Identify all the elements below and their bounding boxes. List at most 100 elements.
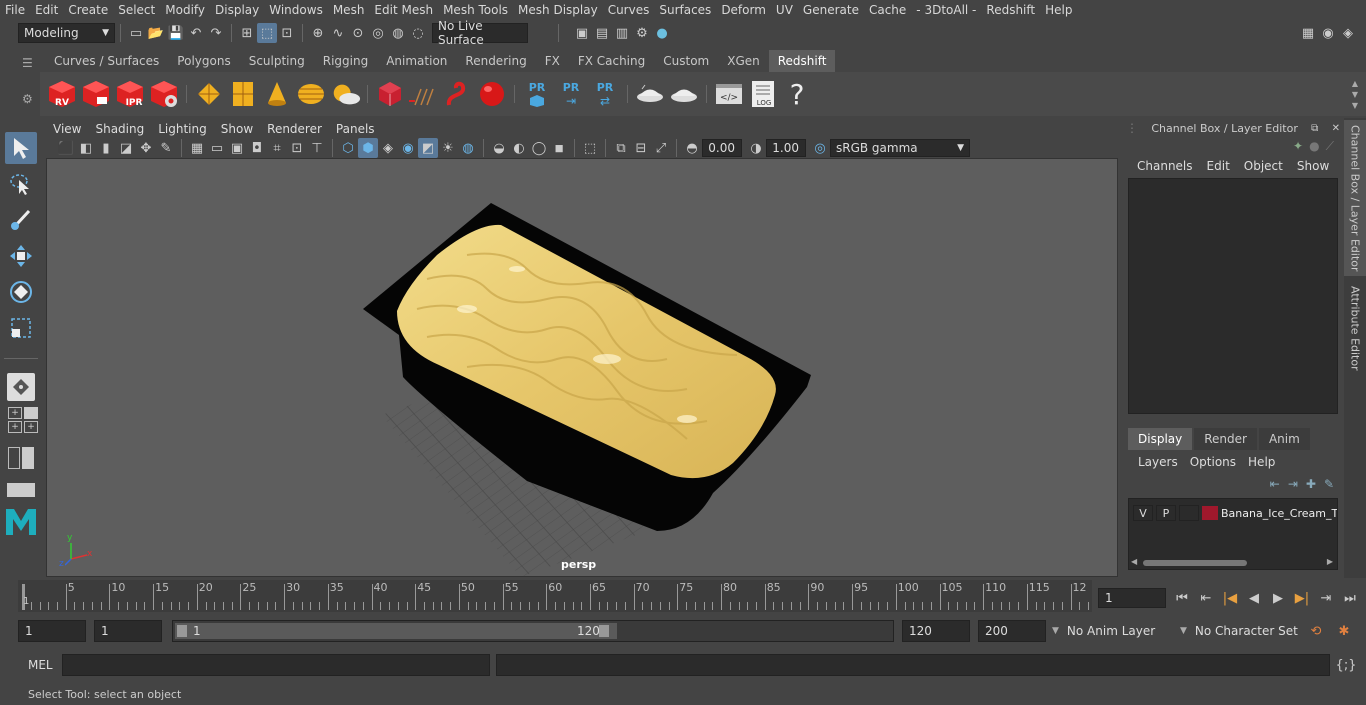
pr-export-icon[interactable]: PR ⇥ bbox=[555, 76, 587, 112]
3d-viewport[interactable]: x y z persp bbox=[46, 158, 1118, 577]
viewport-menu-panels[interactable]: Panels bbox=[329, 120, 382, 138]
menu-3dtoall[interactable]: - 3DtoAll - bbox=[911, 0, 981, 20]
drag-handle-icon[interactable]: ⋮ bbox=[1126, 121, 1138, 135]
viewport-menu-shading[interactable]: Shading bbox=[88, 120, 151, 138]
layer-row[interactable]: V P Banana_Ice_Cream_Tra bbox=[1129, 503, 1337, 523]
sync-icon[interactable]: ● bbox=[1309, 139, 1319, 153]
shelf-tab-rigging[interactable]: Rigging bbox=[313, 50, 378, 72]
save-scene-icon[interactable]: 💾 bbox=[166, 23, 186, 43]
select-object-icon[interactable]: ⬚ bbox=[257, 23, 277, 43]
open-scene-icon[interactable]: 📂 bbox=[146, 23, 166, 43]
layout-single-icon[interactable]: + bbox=[8, 407, 22, 419]
pr-sync-icon[interactable]: PR ⇄ bbox=[589, 76, 621, 112]
viewport-menu-view[interactable]: View bbox=[46, 120, 88, 138]
menu-curves[interactable]: Curves bbox=[603, 0, 655, 20]
new-layer-icon[interactable]: ✚ bbox=[1306, 477, 1316, 491]
image-plane-icon[interactable]: ◪ bbox=[116, 138, 136, 158]
shelf-tab-fx-caching[interactable]: FX Caching bbox=[568, 50, 655, 72]
wireframe-icon[interactable]: ⬡ bbox=[338, 138, 358, 158]
shelf-scroll-up-icon[interactable]: ▲ bbox=[1352, 78, 1358, 89]
layer-color-swatch[interactable] bbox=[1202, 506, 1218, 520]
menu-select[interactable]: Select bbox=[113, 0, 160, 20]
exposure-icon[interactable]: ◓ bbox=[682, 138, 702, 158]
select-hierarchy-icon[interactable]: ⊞ bbox=[237, 23, 257, 43]
manipulator-icon[interactable]: ✦ bbox=[1293, 139, 1303, 153]
character-set-dropdown[interactable]: ▼ No Character Set bbox=[1180, 620, 1300, 642]
layout-icon[interactable]: ◈ bbox=[1338, 23, 1358, 43]
channel-box-area[interactable] bbox=[1128, 178, 1338, 414]
film-gate-icon[interactable]: ▭ bbox=[207, 138, 227, 158]
menu-generate[interactable]: Generate bbox=[798, 0, 864, 20]
rs-volume-icon[interactable] bbox=[408, 76, 440, 112]
grid-toggle-icon[interactable]: ▦ bbox=[187, 138, 207, 158]
menu-mesh-tools[interactable]: Mesh Tools bbox=[438, 0, 513, 20]
use-all-lights-icon[interactable]: ◩ bbox=[418, 138, 438, 158]
pie-icon[interactable] bbox=[634, 76, 666, 112]
rotate-tool-icon[interactable] bbox=[5, 276, 37, 308]
menu-mesh-display[interactable]: Mesh Display bbox=[513, 0, 603, 20]
layout-side-icon[interactable]: + bbox=[24, 421, 38, 433]
layer-visibility-toggle[interactable]: V bbox=[1133, 505, 1153, 521]
playback-end-field[interactable]: 120 bbox=[902, 620, 970, 642]
rs-sphere-icon[interactable] bbox=[476, 76, 508, 112]
lasso-tool-icon[interactable] bbox=[5, 168, 37, 200]
undo-icon[interactable]: ↶ bbox=[186, 23, 206, 43]
safe-action-icon[interactable]: ⊡ bbox=[287, 138, 307, 158]
menu-mesh[interactable]: Mesh bbox=[328, 0, 370, 20]
soft-select-icon[interactable] bbox=[7, 373, 35, 401]
anim-layer-dropdown[interactable]: ▼ No Anim Layer bbox=[1052, 620, 1172, 642]
workspace-icon[interactable]: ▦ bbox=[1298, 23, 1318, 43]
pie-settings-icon[interactable] bbox=[668, 76, 700, 112]
script-editor-icon[interactable]: </> bbox=[713, 76, 745, 112]
shelf-expand-icon[interactable]: ▼ bbox=[1352, 100, 1358, 111]
script-editor-button-icon[interactable]: {;} bbox=[1336, 655, 1357, 675]
command-input[interactable] bbox=[62, 654, 490, 676]
shelf-tab-xgen[interactable]: XGen bbox=[718, 50, 769, 72]
redshift-render-settings-icon[interactable] bbox=[148, 76, 180, 112]
channel-box-menu-show[interactable]: Show bbox=[1290, 159, 1336, 173]
bookmark-icon[interactable]: ▮ bbox=[96, 138, 116, 158]
auto-key-icon[interactable]: ⟲ bbox=[1306, 621, 1326, 641]
redo-icon[interactable]: ↷ bbox=[206, 23, 226, 43]
close-icon[interactable]: ✕ bbox=[1332, 123, 1340, 134]
snap-point-icon[interactable]: ⊙ bbox=[348, 23, 368, 43]
step-forward-frame-icon[interactable]: ▶| bbox=[1292, 588, 1312, 608]
viewport-menu-renderer[interactable]: Renderer bbox=[260, 120, 329, 138]
layout-outliner-icon[interactable] bbox=[8, 447, 20, 469]
menu-surfaces[interactable]: Surfaces bbox=[654, 0, 716, 20]
pr-cube-icon[interactable]: PR bbox=[521, 76, 553, 112]
shadows-icon[interactable]: ☀ bbox=[438, 138, 458, 158]
menu-edit-mesh[interactable]: Edit Mesh bbox=[369, 0, 438, 20]
shelf-tab-custom[interactable]: Custom bbox=[654, 50, 719, 72]
ipr-render-icon[interactable]: ▥ bbox=[612, 23, 632, 43]
rs-curve-icon[interactable] bbox=[442, 76, 474, 112]
rs-proxy-icon[interactable] bbox=[374, 76, 406, 112]
ao-icon[interactable]: ◍ bbox=[458, 138, 478, 158]
menu-deform[interactable]: Deform bbox=[716, 0, 771, 20]
rs-sun-sky-icon[interactable] bbox=[329, 76, 361, 112]
playback-start-field[interactable]: 1 bbox=[94, 620, 162, 642]
menu-edit[interactable]: Edit bbox=[30, 0, 63, 20]
render-settings-icon[interactable]: ⚙ bbox=[632, 23, 652, 43]
color-management-icon[interactable]: ◎ bbox=[810, 138, 830, 158]
log-icon[interactable]: LOG bbox=[747, 76, 779, 112]
layout-outliner-persp-icon[interactable] bbox=[22, 447, 34, 469]
play-forward-icon[interactable]: ▶ bbox=[1268, 588, 1288, 608]
snap-vertex-icon[interactable]: ◌ bbox=[408, 23, 428, 43]
layer-menu-options[interactable]: Options bbox=[1184, 455, 1242, 469]
go-to-start-icon[interactable]: ⏮ bbox=[1172, 588, 1192, 608]
resolution-gate-icon[interactable]: ▣ bbox=[227, 138, 247, 158]
menu-file[interactable]: File bbox=[0, 0, 30, 20]
layout-persp-icon[interactable] bbox=[24, 407, 38, 419]
mode-dropdown[interactable]: Modeling ▼ bbox=[18, 23, 115, 43]
textured-icon[interactable]: ◉ bbox=[398, 138, 418, 158]
pin-icon[interactable]: ⟋ bbox=[1326, 139, 1334, 154]
tab-attribute-editor[interactable]: Attribute Editor bbox=[1344, 284, 1366, 372]
layer-menu-help[interactable]: Help bbox=[1242, 455, 1281, 469]
scrollbar-thumb[interactable] bbox=[1143, 560, 1247, 566]
channel-box-menu-channels[interactable]: Channels bbox=[1130, 159, 1200, 173]
move-layer-up-icon[interactable]: ⇤ bbox=[1270, 477, 1280, 491]
rs-portal-light-icon[interactable] bbox=[227, 76, 259, 112]
xray-joints-icon[interactable]: ⧉ bbox=[611, 138, 631, 158]
gate-mask-icon[interactable]: ◘ bbox=[247, 138, 267, 158]
